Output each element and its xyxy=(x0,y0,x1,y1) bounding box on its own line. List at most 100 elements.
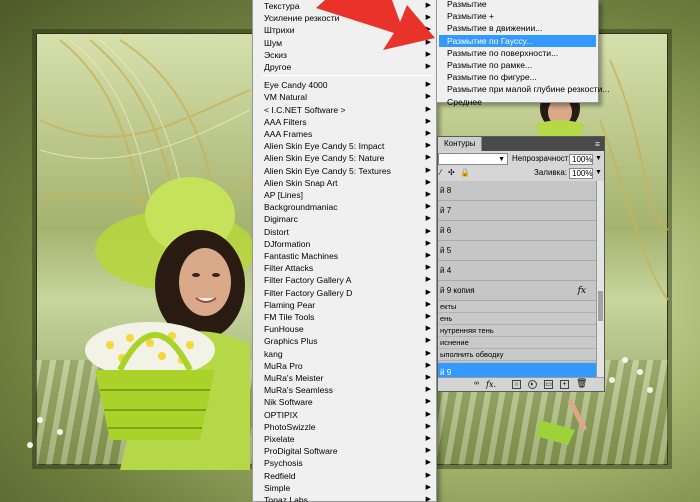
opacity-input[interactable]: 100% xyxy=(569,154,593,165)
fill-input[interactable]: 100% xyxy=(569,168,593,179)
menu-item[interactable]: Alien Skin Snap Art ▶ xyxy=(253,177,436,189)
submenu-item[interactable]: Среднее xyxy=(439,96,596,108)
menu-item[interactable]: Усиление резкости ▶ xyxy=(253,12,436,24)
submenu-arrow-icon: ▶ xyxy=(425,38,431,46)
menu-item[interactable]: Psychosis ▶ xyxy=(253,457,436,469)
selected-layer-row[interactable]: й 9 xyxy=(438,363,596,377)
menu-item[interactable]: Filter Factory Gallery D ▶ xyxy=(253,287,436,299)
menu-item[interactable]: kang ▶ xyxy=(253,348,436,360)
submenu-item[interactable]: Размытие по поверхности... xyxy=(439,47,596,59)
menu-item[interactable]: Filter Factory Gallery A ▶ xyxy=(253,274,436,286)
menu-item[interactable]: Backgroundmaniac ▶ xyxy=(253,201,436,213)
layer-row[interactable]: й 4 xyxy=(438,261,596,281)
menu-item-label: Alien Skin Eye Candy 5: Nature xyxy=(264,153,385,164)
menu-item[interactable]: Nik Software ▶ xyxy=(253,396,436,408)
menu-item-label: MuRa's Meister xyxy=(264,373,324,383)
lock-position-icon[interactable]: ✣ xyxy=(448,167,455,179)
menu-item-label: Backgroundmaniac xyxy=(264,202,338,213)
layer-effect-row[interactable]: нутренняя тень xyxy=(438,325,596,337)
lock-row: ⁄ ✣ 🔒 Заливка: 100% ▼ xyxy=(438,167,604,180)
menu-item[interactable]: AAA Frames ▶ xyxy=(253,128,436,140)
fill-dropdown-icon[interactable]: ▼ xyxy=(595,167,602,178)
add-mask-icon[interactable]: ○ xyxy=(512,380,521,389)
menu-item[interactable]: Pixelate ▶ xyxy=(253,433,436,445)
submenu-arrow-icon: ▶ xyxy=(425,191,431,198)
submenu-item[interactable]: Размытие при малой глубине резкости... xyxy=(439,83,610,95)
layer-effect-row[interactable]: екты xyxy=(438,301,596,313)
opacity-dropdown-icon[interactable]: ▼ xyxy=(595,153,602,164)
menu-item[interactable]: ProDigital Software ▶ xyxy=(253,445,436,457)
panel-menu-icon[interactable]: ≡ xyxy=(595,139,600,149)
layer-row[interactable]: й 8 xyxy=(438,181,596,201)
menu-item[interactable]: FunHouse ▶ xyxy=(253,323,436,335)
menu-item[interactable]: < I.C.NET Software > ▶ xyxy=(253,104,436,116)
trash-icon[interactable]: 🗑 xyxy=(576,379,587,389)
menu-item[interactable]: MuRa's Meister ▶ xyxy=(253,372,436,384)
menu-item[interactable]: Simple ▶ xyxy=(253,482,436,494)
menu-item[interactable]: Flaming Pear ▶ xyxy=(253,299,436,311)
menu-item[interactable]: Alien Skin Eye Candy 5: Textures ▶ xyxy=(253,165,436,177)
submenu-arrow-icon: ▶ xyxy=(425,117,431,125)
menu-item-label: FunHouse xyxy=(264,324,304,335)
submenu-item[interactable]: Размытие по рамке... xyxy=(439,59,596,71)
submenu-arrow-icon: ▶ xyxy=(425,215,431,223)
panel-bottom-toolbar: ∞ fx. ○ ◐ ▭ + 🗑 xyxy=(438,377,604,391)
layer-row[interactable]: й 6 xyxy=(438,221,596,241)
scrollbar-thumb[interactable] xyxy=(598,291,603,321)
menu-item[interactable]: Filter Attacks ▶ xyxy=(253,262,436,274)
menu-item[interactable]: AAA Filters ▶ xyxy=(253,116,436,128)
menu-item[interactable]: Штрихи ▶ xyxy=(253,24,436,36)
menu-item[interactable]: DJformation ▶ xyxy=(253,238,436,250)
submenu-item-highlighted[interactable]: Размытие по Гауссу... xyxy=(439,34,596,47)
menu-item[interactable]: Digimarc ▶ xyxy=(253,213,436,225)
layer-effect-row[interactable]: иснение xyxy=(438,337,596,349)
new-group-icon[interactable]: ▭ xyxy=(544,380,553,389)
tab-paths[interactable]: Контуры xyxy=(438,137,483,151)
menu-item-label: VM Natural xyxy=(264,92,307,103)
add-style-button[interactable]: fx. xyxy=(486,379,496,391)
submenu-item[interactable]: Размытие xyxy=(439,0,596,10)
menu-item[interactable]: Topaz Labs ▶ xyxy=(253,494,436,502)
menu-item[interactable]: PhotoSwizzle ▶ xyxy=(253,421,436,433)
menu-item[interactable]: AP [Lines] ▶ xyxy=(253,189,436,201)
menu-item[interactable]: Eye Candy 4000 ▶ xyxy=(253,79,436,91)
menu-item[interactable]: MuRa Pro ▶ xyxy=(253,360,436,372)
new-layer-icon[interactable]: + xyxy=(560,380,569,389)
menu-item[interactable]: OPTIPIX ▶ xyxy=(253,409,436,421)
link-layers-icon[interactable]: ∞ xyxy=(472,380,481,389)
menu-item[interactable]: Redfield ▶ xyxy=(253,470,436,482)
menu-item[interactable]: FM Tile Tools ▶ xyxy=(253,311,436,323)
layer-row[interactable]: й 9 копия fx xyxy=(438,281,596,301)
menu-item[interactable]: Текстура ▶ xyxy=(253,0,436,12)
menu-item[interactable]: Fantastic Machines ▶ xyxy=(253,250,436,262)
submenu-item[interactable]: Размытие по фигуре... xyxy=(439,71,596,83)
menu-item[interactable]: Другое ▶ xyxy=(253,61,436,73)
blend-mode-select[interactable]: ▼ xyxy=(438,153,508,165)
menu-item[interactable]: Эскиз ▶ xyxy=(253,49,436,61)
menu-item[interactable]: Distort ▶ xyxy=(253,226,436,238)
menu-item[interactable]: Graphics Plus ▶ xyxy=(253,335,436,347)
submenu-item[interactable]: Размытие + xyxy=(439,10,596,22)
lock-brush-icon[interactable]: ⁄ xyxy=(440,167,441,179)
menu-item[interactable]: Alien Skin Eye Candy 5: Impact ▶ xyxy=(253,140,436,152)
menu-item[interactable]: Шум ▶ xyxy=(253,37,436,49)
menu-item-label: ProDigital Software xyxy=(264,446,338,457)
menu-item-label: Digimarc xyxy=(264,214,298,225)
layer-name: й 8 xyxy=(440,186,452,195)
submenu-arrow-icon: ▶ xyxy=(425,105,431,113)
menu-item-label: DJformation xyxy=(264,238,311,249)
menu-item-label: AAA Frames xyxy=(264,129,313,139)
menu-item[interactable]: MuRa's Seamless ▶ xyxy=(253,384,436,396)
layer-effect-row[interactable]: ыполнить обводку xyxy=(438,349,596,361)
layer-row[interactable]: й 7 xyxy=(438,201,596,221)
lock-all-icon[interactable]: 🔒 xyxy=(460,167,470,179)
menu-item[interactable]: Alien Skin Eye Candy 5: Nature ▶ xyxy=(253,152,436,164)
submenu-item[interactable]: Размытие в движении... xyxy=(439,22,596,34)
submenu-arrow-icon: ▶ xyxy=(425,276,431,284)
layer-fx-icon[interactable]: fx xyxy=(578,281,586,301)
menu-item[interactable]: VM Natural ▶ xyxy=(253,91,436,103)
layer-effect-row[interactable]: ень xyxy=(438,313,596,325)
layer-row[interactable]: й 5 xyxy=(438,241,596,261)
adjustment-layer-icon[interactable]: ◐ xyxy=(528,380,537,389)
layers-scrollbar[interactable] xyxy=(596,181,604,377)
